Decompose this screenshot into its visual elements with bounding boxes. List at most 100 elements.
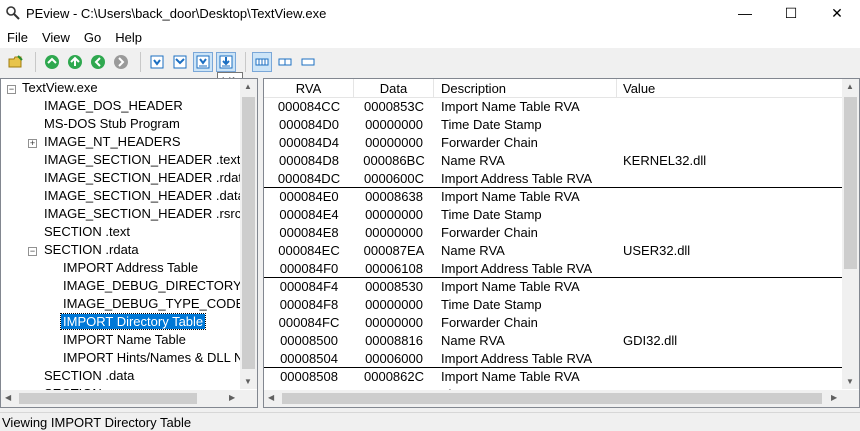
- table-row[interactable]: 000084E0 00008638 Import Name Table RVA: [264, 188, 844, 206]
- column-header-value[interactable]: Value: [617, 79, 844, 98]
- tree-horizontal-scrollbar[interactable]: ◀ ▶: [1, 390, 242, 407]
- tree-item[interactable]: IMAGE_SECTION_HEADER .rdata: [44, 169, 249, 187]
- view-layout1-icon[interactable]: [252, 52, 272, 72]
- view-dword-icon[interactable]: [193, 52, 213, 72]
- tree-item[interactable]: IMPORT Address Table: [63, 259, 198, 277]
- list-vertical-scrollbar[interactable]: ▲ ▼: [842, 79, 859, 389]
- tree-item[interactable]: IMAGE_SECTION_HEADER .data: [44, 187, 245, 205]
- table-row[interactable]: 00008508 0000862C Import Name Table RVA: [264, 368, 844, 386]
- scroll-thumb[interactable]: [19, 393, 197, 404]
- status-bar: Viewing IMPORT Directory Table: [0, 412, 860, 431]
- cell-rva: 000084D4: [279, 135, 339, 150]
- table-row[interactable]: 000084D8 000086BC Name RVA KERNEL32.dll: [264, 152, 844, 170]
- table-row[interactable]: 000084CC 0000853C Import Name Table RVA: [264, 98, 844, 116]
- scroll-thumb[interactable]: [282, 393, 822, 404]
- tree-item-selected[interactable]: IMPORT Directory Table: [59, 313, 207, 331]
- cell-description: Import Name Table RVA: [441, 189, 580, 204]
- scroll-left-icon[interactable]: ◀: [5, 393, 11, 402]
- cell-data: 0000853C: [364, 99, 424, 114]
- go-up-icon[interactable]: [65, 52, 85, 72]
- close-button[interactable]: ✕: [814, 0, 860, 26]
- menu-file[interactable]: File: [0, 30, 35, 45]
- view-word-icon[interactable]: [170, 52, 190, 72]
- tree-item[interactable]: IMPORT Name Table: [63, 331, 186, 349]
- tree-item[interactable]: IMAGE_DEBUG_DIRECTORY: [63, 277, 242, 295]
- table-row[interactable]: 000084D0 00000000 Time Date Stamp: [264, 116, 844, 134]
- table-row[interactable]: 000084DC 0000600C Import Address Table RVA: [264, 170, 844, 188]
- table-row[interactable]: 000084F8 00000000 Time Date Stamp: [264, 296, 844, 314]
- cell-value: [623, 224, 843, 242]
- table-row[interactable]: 000084EC 000087EA Name RVA USER32.dll: [264, 242, 844, 260]
- maximize-button[interactable]: ☐: [768, 0, 814, 26]
- open-icon[interactable]: [6, 52, 26, 72]
- scroll-up-icon[interactable]: ▲: [244, 82, 252, 91]
- toolbar: [0, 48, 860, 76]
- scroll-right-icon[interactable]: ▶: [831, 393, 837, 402]
- tree-item-root[interactable]: TextView.exe: [22, 79, 98, 97]
- list-horizontal-scrollbar[interactable]: ◀ ▶: [264, 390, 844, 407]
- cell-rva: 000084CC: [277, 99, 341, 114]
- menu-view[interactable]: View: [35, 30, 77, 45]
- tree-item[interactable]: IMPORT Hints/Names & DLL Names: [63, 349, 257, 367]
- scroll-thumb[interactable]: [242, 97, 255, 369]
- tree-item[interactable]: IMAGE_NT_HEADERS: [44, 133, 181, 151]
- menu-help[interactable]: Help: [108, 30, 149, 45]
- tree-view[interactable]: − TextView.exe IMAGE_DOS_HEADER MS-DOS S…: [0, 78, 258, 408]
- scroll-thumb[interactable]: [844, 97, 857, 269]
- cell-description: Name RVA: [441, 243, 505, 258]
- go-start-icon[interactable]: [42, 52, 62, 72]
- table-row[interactable]: 00008500 00008816 Name RVA GDI32.dll: [264, 332, 844, 350]
- cell-value: [623, 260, 843, 278]
- detail-list[interactable]: RVA Data Description Value 000084CC 00008…: [263, 78, 860, 408]
- table-row[interactable]: 000084FC 00000000 Forwarder Chain: [264, 314, 844, 332]
- toolbar-separator: [245, 52, 246, 72]
- cell-value: [623, 314, 843, 332]
- scroll-up-icon[interactable]: ▲: [846, 82, 854, 91]
- cell-rva: 000084F8: [279, 297, 339, 312]
- table-row[interactable]: 000084D4 00000000 Forwarder Chain: [264, 134, 844, 152]
- table-row[interactable]: 000084E8 00000000 Forwarder Chain: [264, 224, 844, 242]
- tree-vertical-scrollbar[interactable]: ▲ ▼: [240, 79, 257, 389]
- column-header-description[interactable]: Description: [434, 79, 617, 98]
- window-title: PEview - C:\Users\back_door\Desktop\Text…: [26, 5, 327, 21]
- menu-go[interactable]: Go: [77, 30, 108, 45]
- go-back-icon[interactable]: [88, 52, 108, 72]
- cell-rva: 000084D0: [279, 117, 339, 132]
- table-row[interactable]: 000084F4 00008530 Import Name Table RVA: [264, 278, 844, 296]
- table-row[interactable]: 000084F0 00006108 Import Address Table RVA: [264, 260, 844, 278]
- cell-description: Forwarder Chain: [441, 315, 538, 330]
- cell-description: Import Name Table RVA: [441, 99, 580, 114]
- tree-item[interactable]: SECTION .text: [44, 223, 130, 241]
- tree-item[interactable]: IMAGE_DEBUG_TYPE_CODEVIEW: [63, 295, 257, 313]
- cell-rva: 000084DC: [277, 171, 341, 186]
- go-forward-icon[interactable]: [111, 52, 131, 72]
- cell-rva: 00008508: [280, 369, 338, 384]
- cell-value: [623, 296, 843, 314]
- expand-icon[interactable]: +: [28, 139, 37, 148]
- minimize-button[interactable]: —: [722, 0, 768, 26]
- scroll-down-icon[interactable]: ▼: [244, 377, 252, 386]
- scroll-right-icon[interactable]: ▶: [229, 393, 235, 402]
- tree-item[interactable]: IMAGE_SECTION_HEADER .text: [44, 151, 241, 169]
- collapse-icon[interactable]: −: [28, 247, 37, 256]
- table-row[interactable]: 00008504 00006000 Import Address Table RVA: [264, 350, 844, 368]
- table-row[interactable]: 000084E4 00000000 Time Date Stamp: [264, 206, 844, 224]
- scroll-left-icon[interactable]: ◀: [268, 393, 274, 402]
- scroll-down-icon[interactable]: ▼: [846, 377, 854, 386]
- cell-data: 00000000: [365, 117, 423, 132]
- tree-item[interactable]: SECTION .rdata: [44, 241, 139, 259]
- view-layout2-icon[interactable]: [275, 52, 295, 72]
- tree-item[interactable]: MS-DOS Stub Program: [44, 115, 180, 133]
- tree-item[interactable]: SECTION .data: [44, 367, 134, 385]
- tree-item[interactable]: IMAGE_SECTION_HEADER .rsrc: [44, 205, 241, 223]
- cell-value: KERNEL32.dll: [623, 153, 707, 168]
- cell-value: [623, 278, 843, 296]
- title-bar: PEview - C:\Users\back_door\Desktop\Text…: [0, 0, 860, 26]
- tree-item[interactable]: IMAGE_DOS_HEADER: [44, 97, 183, 115]
- column-header-data[interactable]: Data: [354, 79, 434, 98]
- view-va-icon[interactable]: [216, 52, 236, 72]
- collapse-icon[interactable]: −: [7, 85, 16, 94]
- column-header-rva[interactable]: RVA: [264, 79, 354, 98]
- view-layout3-icon[interactable]: [298, 52, 318, 72]
- view-byte-icon[interactable]: [147, 52, 167, 72]
